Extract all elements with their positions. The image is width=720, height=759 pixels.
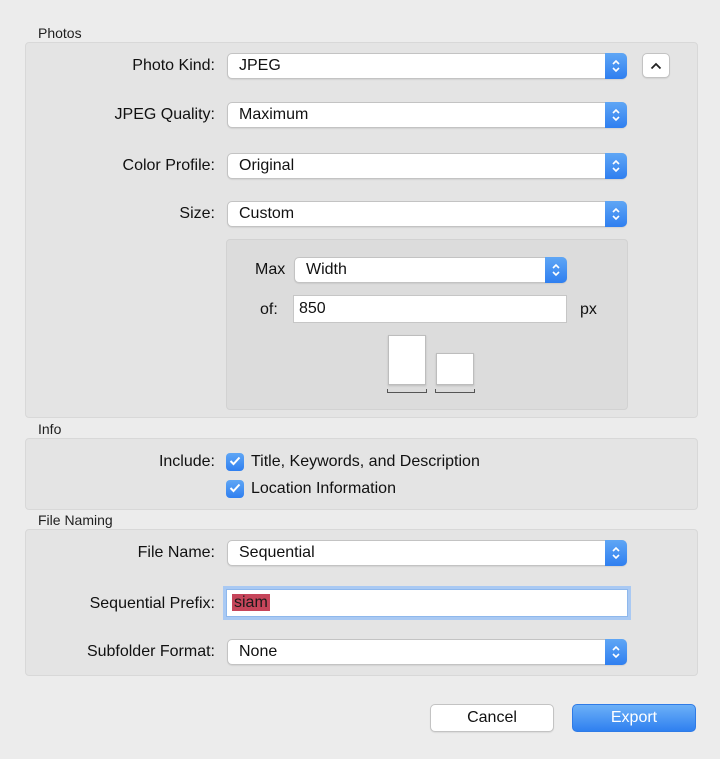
sequential-prefix-value: siam	[232, 594, 270, 611]
popup-stepper-icon	[605, 639, 627, 665]
subfolder-format-popup[interactable]: None	[227, 639, 627, 665]
color-profile-value: Original	[239, 157, 295, 174]
popup-stepper-icon	[605, 153, 627, 179]
file-naming-section-title: File Naming	[38, 512, 113, 528]
portrait-preview	[388, 335, 426, 385]
landscape-preview	[436, 353, 474, 385]
popup-stepper-icon	[545, 257, 567, 283]
color-profile-label: Color Profile:	[122, 157, 215, 174]
of-label: of:	[260, 301, 278, 318]
portrait-bracket	[387, 389, 427, 393]
size-value: Custom	[239, 205, 295, 222]
subfolder-format-label: Subfolder Format:	[86, 643, 215, 660]
max-dimension-value: Width	[306, 261, 347, 278]
info-section-title: Info	[38, 421, 62, 437]
jpeg-quality-value: Maximum	[239, 106, 309, 123]
popup-stepper-icon	[605, 53, 627, 79]
file-name-label: File Name:	[137, 544, 215, 561]
include-label: Include:	[158, 453, 215, 470]
sequential-prefix-label: Sequential Prefix:	[89, 595, 215, 612]
info-group	[25, 438, 698, 510]
location-info-checkbox[interactable]	[226, 480, 244, 498]
px-unit-label: px	[580, 301, 597, 318]
photo-kind-value: JPEG	[239, 57, 281, 74]
photo-kind-popup[interactable]: JPEG	[227, 53, 627, 79]
popup-stepper-icon	[605, 102, 627, 128]
file-name-popup[interactable]: Sequential	[227, 540, 627, 566]
location-info-label[interactable]: Location Information	[251, 480, 396, 498]
title-keywords-checkbox[interactable]	[226, 453, 244, 471]
landscape-bracket	[435, 389, 475, 393]
photos-section-title: Photos	[38, 25, 82, 41]
chevron-up-icon	[650, 57, 662, 75]
size-popup[interactable]: Custom	[227, 201, 627, 227]
checkmark-icon	[229, 480, 241, 498]
popup-stepper-icon	[605, 540, 627, 566]
max-dimension-popup[interactable]: Width	[294, 257, 567, 283]
subfolder-format-value: None	[239, 643, 278, 660]
jpeg-quality-label: JPEG Quality:	[114, 106, 215, 123]
title-keywords-label[interactable]: Title, Keywords, and Description	[251, 453, 480, 471]
max-size-field[interactable]: 850	[293, 295, 567, 323]
collapse-disclosure-button[interactable]	[642, 53, 670, 78]
size-label: Size:	[179, 205, 215, 222]
export-button[interactable]: Export	[572, 704, 696, 732]
photo-kind-label: Photo Kind:	[132, 57, 215, 74]
file-name-value: Sequential	[239, 544, 315, 561]
color-profile-popup[interactable]: Original	[227, 153, 627, 179]
jpeg-quality-popup[interactable]: Maximum	[227, 102, 627, 128]
checkmark-icon	[229, 453, 241, 471]
popup-stepper-icon	[605, 201, 627, 227]
sequential-prefix-field[interactable]: siam	[226, 589, 628, 617]
max-label: Max	[255, 261, 286, 278]
cancel-button[interactable]: Cancel	[430, 704, 554, 732]
